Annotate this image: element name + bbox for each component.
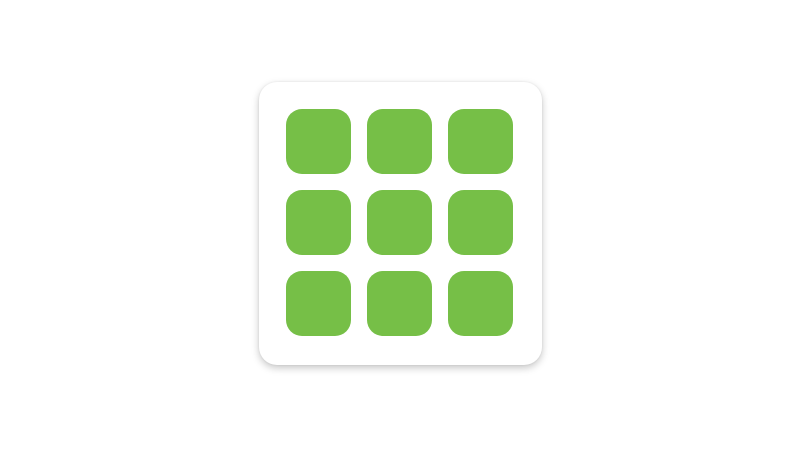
tile-grid [286, 109, 513, 336]
apps-grid-icon[interactable] [259, 82, 542, 365]
tile-r1-c3 [448, 109, 513, 174]
tile-r2-c3 [448, 190, 513, 255]
tile-r1-c1 [286, 109, 351, 174]
tile-r2-c2 [367, 190, 432, 255]
tile-r3-c2 [367, 271, 432, 336]
tile-r3-c3 [448, 271, 513, 336]
tile-r3-c1 [286, 271, 351, 336]
tile-r2-c1 [286, 190, 351, 255]
tile-r1-c2 [367, 109, 432, 174]
screen [0, 0, 800, 450]
